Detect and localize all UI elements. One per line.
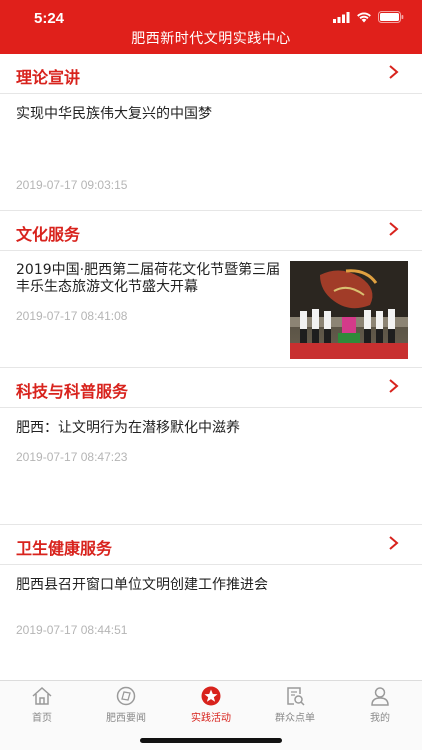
list-item[interactable]: 实现中华民族伟大复兴的中国梦 2019-07-17 09:03:15 (0, 94, 422, 211)
chevron-right-icon[interactable] (388, 378, 400, 394)
article-title: 肥西：让文明行为在潜移默化中滋养 (16, 420, 240, 436)
status-icons (333, 11, 404, 23)
tab-news[interactable]: 肥西要闻 (84, 685, 168, 724)
news-icon (116, 686, 136, 706)
section-title: 文化服务 (16, 225, 81, 244)
chevron-right-icon[interactable] (388, 221, 400, 237)
list-item[interactable]: 2019中国·肥西第二届荷花文化节暨第三届丰乐生态旅游文化节盛大开幕 2019-… (0, 251, 422, 368)
section-title: 卫生健康服务 (16, 539, 113, 558)
tab-home[interactable]: 首页 (0, 685, 84, 724)
star-icon (201, 686, 221, 706)
app-header: 5:24 肥西新时代文明实践中心 (0, 0, 422, 54)
article-title: 2019中国·肥西第二届荷花文化节暨第三届丰乐生态旅游文化节盛大开幕 (16, 262, 281, 295)
article-title: 肥西县召开窗口单位文明创建工作推进会 (16, 577, 268, 593)
section-health: 卫生健康服务 肥西县召开窗口单位文明创建工作推进会 2019-07-17 08:… (0, 525, 422, 680)
wifi-icon (357, 12, 371, 23)
battery-icon (378, 11, 404, 23)
tab-label: 群众点单 (275, 713, 315, 724)
list-item[interactable]: 肥西：让文明行为在潜移默化中滋养 2019-07-17 08:47:23 (0, 408, 422, 525)
chevron-right-icon[interactable] (388, 535, 400, 551)
tab-profile[interactable]: 我的 (338, 685, 422, 724)
article-date: 2019-07-17 08:41:08 (16, 309, 128, 323)
section-science: 科技与科普服务 肥西：让文明行为在潜移默化中滋养 2019-07-17 08:4… (0, 368, 422, 525)
article-date: 2019-07-17 09:03:15 (16, 178, 128, 192)
tab-label: 实践活动 (191, 713, 231, 724)
tab-activities[interactable]: 实践活动 (169, 685, 253, 724)
tab-label: 我的 (370, 713, 390, 724)
status-time: 5:24 (34, 10, 65, 27)
article-date: 2019-07-17 08:44:51 (16, 623, 128, 637)
list-item[interactable]: 肥西县召开窗口单位文明创建工作推进会 2019-07-17 08:44:51 (0, 565, 422, 680)
page-title: 肥西新时代文明实践中心 (131, 31, 291, 47)
home-indicator (140, 738, 282, 743)
home-icon (32, 686, 52, 705)
section-header[interactable]: 理论宣讲 (0, 54, 422, 94)
section-theory: 理论宣讲 实现中华民族伟大复兴的中国梦 2019-07-17 09:03:15 (0, 54, 422, 211)
section-title: 科技与科普服务 (16, 382, 129, 401)
article-thumbnail[interactable] (290, 261, 408, 359)
user-icon (371, 687, 389, 706)
section-header[interactable]: 卫生健康服务 (0, 525, 422, 565)
tab-label: 首页 (32, 713, 52, 724)
tab-orders[interactable]: 群众点单 (253, 685, 337, 724)
content-list[interactable]: 理论宣讲 实现中华民族伟大复兴的中国梦 2019-07-17 09:03:15 … (0, 54, 422, 680)
section-header[interactable]: 科技与科普服务 (0, 368, 422, 408)
article-date: 2019-07-17 08:47:23 (16, 450, 128, 464)
article-title: 实现中华民族伟大复兴的中国梦 (16, 106, 212, 122)
chevron-right-icon[interactable] (388, 64, 400, 80)
tab-label: 肥西要闻 (106, 713, 146, 724)
search-list-icon (287, 687, 305, 706)
signal-icon (333, 11, 350, 23)
section-title: 理论宣讲 (16, 68, 81, 87)
section-culture: 文化服务 2019中国·肥西第二届荷花文化节暨第三届丰乐生态旅游文化节盛大开幕 … (0, 211, 422, 368)
section-header[interactable]: 文化服务 (0, 211, 422, 251)
